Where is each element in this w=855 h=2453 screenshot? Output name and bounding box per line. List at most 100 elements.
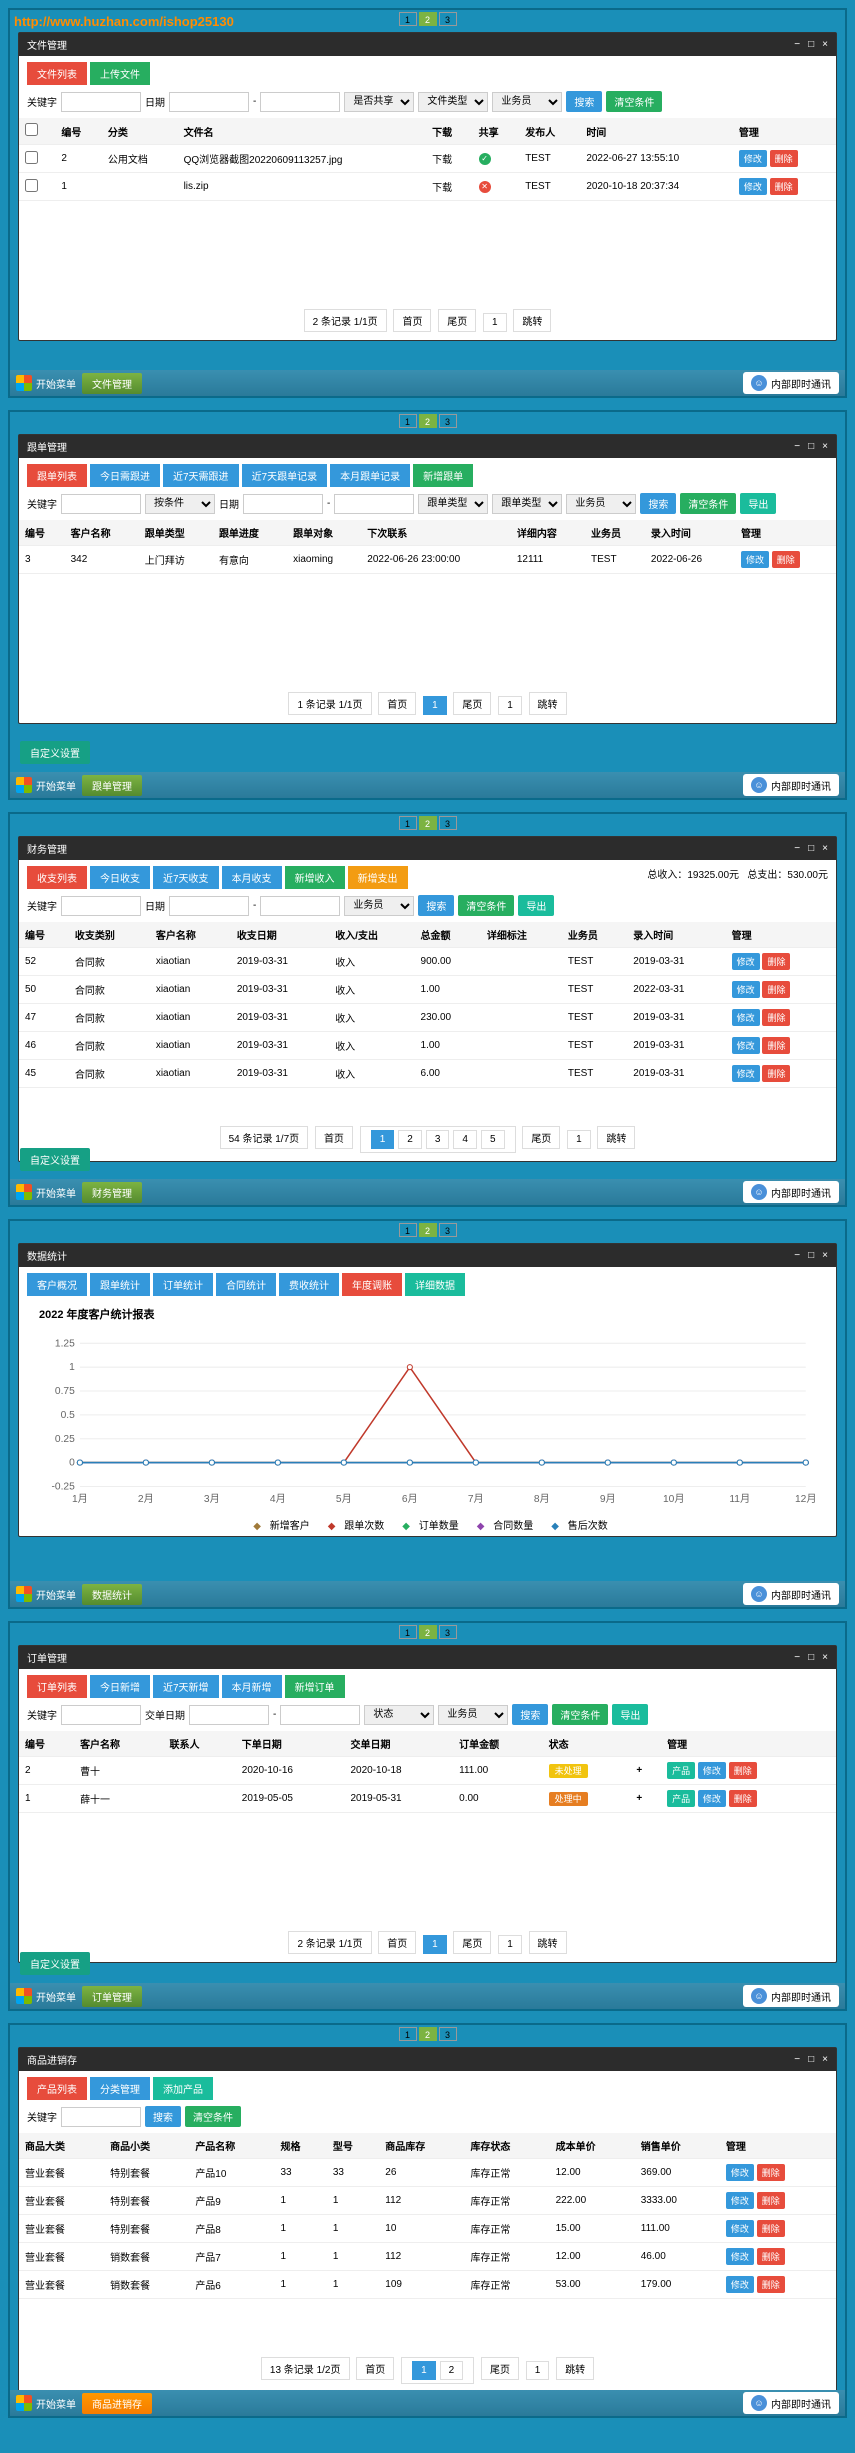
delete-button[interactable]: 删除 xyxy=(762,953,790,970)
share-icon: ✕ xyxy=(479,181,491,193)
custom-settings-button[interactable]: 自定义设置 xyxy=(20,741,90,764)
svg-text:1月: 1月 xyxy=(72,1493,88,1505)
svg-text:12月: 12月 xyxy=(795,1493,816,1505)
svg-text:0: 0 xyxy=(69,1458,75,1469)
keyword-label: 关键字 xyxy=(27,94,57,109)
edit-button[interactable]: 修改 xyxy=(739,150,767,167)
delete-button[interactable]: 删除 xyxy=(757,2248,785,2265)
delete-button[interactable]: 删除 xyxy=(762,1037,790,1054)
tab-7day[interactable]: 近7天需跟进 xyxy=(163,464,239,487)
plus-icon[interactable]: + xyxy=(636,1793,642,1804)
url-watermark: http://www.huzhan.com/ishop25130 xyxy=(14,14,234,29)
delete-button[interactable]: 删除 xyxy=(757,2192,785,2209)
delete-button[interactable]: 删除 xyxy=(757,2220,785,2237)
task-item[interactable]: 文件管理 xyxy=(82,373,142,394)
product-button[interactable]: 产品 xyxy=(667,1762,695,1779)
edit-button[interactable]: 修改 xyxy=(698,1762,726,1779)
search-button[interactable]: 搜索 xyxy=(566,91,602,112)
keyword-input[interactable] xyxy=(61,92,141,112)
clear-button[interactable]: 清空条件 xyxy=(606,91,662,112)
svg-text:5月: 5月 xyxy=(336,1493,352,1505)
edit-button[interactable]: 修改 xyxy=(732,1065,760,1082)
maximize-icon[interactable]: □ xyxy=(808,39,814,50)
tab-month[interactable]: 本月跟单记录 xyxy=(330,464,410,487)
delete-button[interactable]: 删除 xyxy=(762,1009,790,1026)
edit-button[interactable]: 修改 xyxy=(726,2276,754,2293)
edit-button[interactable]: 修改 xyxy=(732,1037,760,1054)
delete-button[interactable]: 删除 xyxy=(770,150,798,167)
screen-products: 123 商品进销存−□× 产品列表 分类管理 添加产品 关键字 搜索 清空条件 … xyxy=(8,2023,847,2418)
tab-upload[interactable]: 上传文件 xyxy=(90,62,150,85)
delete-button[interactable]: 删除 xyxy=(729,1762,757,1779)
svg-text:0.5: 0.5 xyxy=(61,1410,76,1421)
delete-button[interactable]: 删除 xyxy=(762,1065,790,1082)
svg-text:1: 1 xyxy=(69,1362,75,1373)
download-link[interactable]: 下载 xyxy=(432,183,452,194)
edit-button[interactable]: 修改 xyxy=(741,551,769,568)
edit-button[interactable]: 修改 xyxy=(732,1009,760,1026)
tab-add[interactable]: 新增跟单 xyxy=(413,464,473,487)
product-button[interactable]: 产品 xyxy=(667,1790,695,1807)
tab-today[interactable]: 今日需跟进 xyxy=(90,464,160,487)
date-input-2[interactable] xyxy=(260,92,340,112)
screen-orders: 123 订单管理−□× 订单列表 今日新增 近7天新增 本月新增 新增订单 关键… xyxy=(8,1621,847,2011)
im-widget[interactable]: ☺内部即时通讯 xyxy=(743,372,839,394)
page-last[interactable]: 尾页 xyxy=(438,309,476,332)
close-icon[interactable]: × xyxy=(822,39,828,50)
start-button[interactable]: 开始菜单 xyxy=(16,375,76,391)
keyword-input[interactable] xyxy=(61,494,141,514)
plus-icon[interactable]: + xyxy=(636,1765,642,1776)
download-link[interactable]: 下载 xyxy=(432,155,452,166)
windows-icon xyxy=(16,375,32,391)
delete-button[interactable]: 删除 xyxy=(772,551,800,568)
tab-file-list[interactable]: 文件列表 xyxy=(27,62,87,85)
legend-item: ◆ 跟单次数 xyxy=(322,1521,384,1532)
checkbox-all[interactable] xyxy=(25,123,38,136)
svg-text:2月: 2月 xyxy=(138,1493,154,1505)
edit-button[interactable]: 修改 xyxy=(726,2220,754,2237)
edit-button[interactable]: 修改 xyxy=(726,2192,754,2209)
svg-text:7月: 7月 xyxy=(468,1493,484,1505)
minimize-icon[interactable]: − xyxy=(794,39,800,50)
delete-button[interactable]: 删除 xyxy=(729,1790,757,1807)
delete-button[interactable]: 删除 xyxy=(757,2164,785,2181)
svg-text:4月: 4月 xyxy=(270,1493,286,1505)
legend-item: ◆ 售后次数 xyxy=(545,1521,607,1532)
delete-button[interactable]: 删除 xyxy=(757,2276,785,2293)
screen-finance: 123 财务管理−□× 收支列表 今日收支 近7天收支 本月收支 新增收入 新增… xyxy=(8,812,847,1207)
edit-button[interactable]: 修改 xyxy=(698,1790,726,1807)
legend-item: ◆ 新增客户 xyxy=(247,1521,309,1532)
edit-button[interactable]: 修改 xyxy=(726,2164,754,2181)
filetype-select[interactable]: 文件类型 xyxy=(418,92,488,112)
table-row: 1薛十一2019-05-052019-05-310.00处理中+产品 修改 删除 xyxy=(19,1785,836,1813)
edit-button[interactable]: 修改 xyxy=(739,178,767,195)
delete-button[interactable]: 删除 xyxy=(762,981,790,998)
svg-text:1.25: 1.25 xyxy=(55,1338,75,1349)
tab-7day-rec[interactable]: 近7天跟单记录 xyxy=(242,464,328,487)
svg-text:11月: 11月 xyxy=(729,1493,750,1505)
page-first[interactable]: 首页 xyxy=(393,309,431,332)
window: 文件管理 −□× 文件列表 上传文件 关键字 日期 - 是否共享 文件类型 业务… xyxy=(18,32,837,341)
page-jump[interactable]: 跳转 xyxy=(513,309,551,332)
chart: 2022 年度客户统计报表 -0.2500.250.50.7511.251月2月… xyxy=(19,1296,836,1536)
table-row: 52合同款xiaotian2019-03-31收入900.00TEST2019-… xyxy=(19,948,836,976)
svg-text:10月: 10月 xyxy=(663,1493,685,1505)
status-badge: 处理中 xyxy=(549,1792,588,1806)
table-row: 3342上门拜访有意向xiaoming2022-06-26 23:00:0012… xyxy=(19,546,836,574)
table-row: 营业套餐特别套餐产品10333326库存正常12.00369.00修改 删除 xyxy=(19,2159,836,2187)
share-select[interactable]: 是否共享 xyxy=(344,92,414,112)
tab-list[interactable]: 跟单列表 xyxy=(27,464,87,487)
edit-button[interactable]: 修改 xyxy=(726,2248,754,2265)
edit-button[interactable]: 修改 xyxy=(732,981,760,998)
legend-item: ◆ 订单数量 xyxy=(396,1521,458,1532)
table-row: 营业套餐销数套餐产品711112库存正常12.0046.00修改 删除 xyxy=(19,2243,836,2271)
table-row: 2公用文档QQ浏览器截图20220609113257.jpg下载✓TEST202… xyxy=(19,145,836,173)
svg-text:0.75: 0.75 xyxy=(55,1386,75,1397)
edit-button[interactable]: 修改 xyxy=(732,953,760,970)
table-row: 2曹十2020-10-162020-10-18111.00未处理+产品 修改 删… xyxy=(19,1757,836,1785)
screen-stats: 123 数据统计−□× 客户概况 跟单统计 订单统计 合同统计 费收统计 年度调… xyxy=(8,1219,847,1609)
emp-select[interactable]: 业务员 xyxy=(492,92,562,112)
delete-button[interactable]: 删除 xyxy=(770,178,798,195)
date-input[interactable] xyxy=(169,92,249,112)
table-row: 50合同款xiaotian2019-03-31收入1.00TEST2022-03… xyxy=(19,976,836,1004)
